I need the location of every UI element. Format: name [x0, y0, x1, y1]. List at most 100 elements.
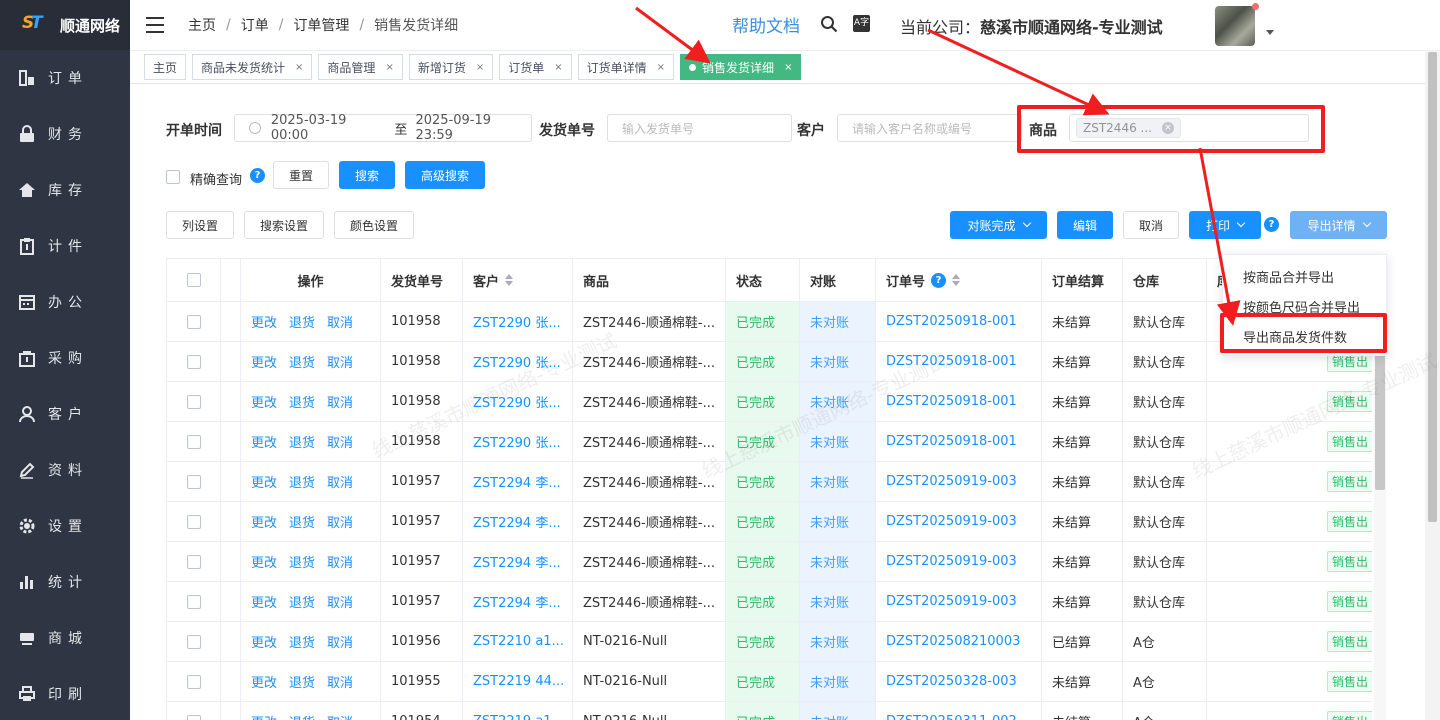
order-no-cell[interactable]: DZST20250919-003 — [876, 582, 1042, 621]
cancel-link[interactable]: 取消 — [327, 632, 353, 651]
search-button[interactable]: 搜索 — [339, 161, 395, 189]
row-checkbox[interactable] — [186, 354, 201, 369]
reconcile-status[interactable]: 未对账 — [810, 552, 849, 571]
table-row[interactable]: 更改 退货 取消 101957 ZST2294 李... ZST2446-顺通棉鞋-...… — [167, 542, 1372, 582]
edit-link[interactable]: 更改 — [251, 512, 277, 531]
reset-button[interactable]: 重置 — [273, 161, 329, 189]
close-icon[interactable]: × — [476, 62, 484, 73]
exact-query-checkbox[interactable] — [166, 170, 180, 184]
row-checkbox[interactable] — [186, 394, 201, 409]
edit-link[interactable]: 更改 — [251, 712, 277, 720]
reconcile-cell[interactable]: 未对账 — [800, 622, 876, 661]
order-no-link[interactable]: DZST20250918-001 — [886, 314, 1017, 329]
sidebar-item-lock[interactable]: 财务 — [0, 106, 130, 162]
date-start[interactable]: 2025-03-19 00:00 — [271, 113, 387, 143]
reconcile-cell[interactable]: 未对账 — [800, 702, 876, 720]
help-icon[interactable]: ? — [931, 272, 947, 288]
close-icon[interactable]: × — [295, 62, 303, 73]
table-scrollbar-thumb[interactable] — [1375, 340, 1385, 490]
print-button[interactable]: 打印 — [1189, 211, 1261, 239]
reconcile-status[interactable]: 未对账 — [810, 712, 849, 720]
cancel-link[interactable]: 取消 — [327, 592, 353, 611]
sidebar-item-bag[interactable]: 采购 — [0, 330, 130, 386]
reconcile-cell[interactable]: 未对账 — [800, 582, 876, 621]
return-link[interactable]: 退货 — [289, 472, 315, 491]
search-icon[interactable] — [820, 15, 838, 33]
customer-cell[interactable]: ZST2210 a1... — [463, 622, 573, 661]
close-icon[interactable]: × — [385, 62, 393, 73]
reconcile-cell[interactable]: 未对账 — [800, 542, 876, 581]
reconcile-cell[interactable]: 未对账 — [800, 502, 876, 541]
table-row[interactable]: 更改 退货 取消 101957 ZST2294 李... ZST2446-顺通棉鞋-...… — [167, 582, 1372, 622]
order-no-cell[interactable]: DZST20250919-003 — [876, 502, 1042, 541]
cancel-button[interactable]: 取消 — [1123, 211, 1179, 239]
edit-link[interactable]: 更改 — [251, 552, 277, 571]
cancel-link[interactable]: 取消 — [327, 512, 353, 531]
return-link[interactable]: 退货 — [289, 432, 315, 451]
reconcile-status[interactable]: 未对账 — [810, 432, 849, 451]
customer-link[interactable]: ZST2294 李... — [473, 592, 561, 611]
cancel-link[interactable]: 取消 — [327, 672, 353, 691]
column-settings-button[interactable]: 列设置 — [166, 211, 234, 239]
help-icon[interactable]: ? — [250, 168, 265, 183]
sort-icon[interactable] — [505, 274, 514, 286]
customer-link[interactable]: ZST2294 李... — [473, 512, 561, 531]
customer-cell[interactable]: ZST2294 李... — [463, 502, 573, 541]
return-link[interactable]: 退货 — [289, 712, 315, 720]
edit-link[interactable]: 更改 — [251, 352, 277, 371]
row-checkbox[interactable] — [186, 674, 201, 689]
edit-link[interactable]: 更改 — [251, 592, 277, 611]
reconcile-done-button[interactable]: 对账完成 — [950, 211, 1047, 239]
close-icon[interactable]: × — [657, 62, 665, 73]
customer-link[interactable]: ZST2210 a1... — [473, 634, 564, 649]
date-end[interactable]: 2025-09-19 23:59 — [415, 113, 531, 143]
reconcile-cell[interactable]: 未对账 — [800, 302, 876, 341]
cancel-link[interactable]: 取消 — [327, 432, 353, 451]
order-no-link[interactable]: DZST20250919-003 — [886, 554, 1017, 569]
order-no-cell[interactable]: DZST20250918-001 — [876, 422, 1042, 461]
sidebar-item-gear[interactable]: 设置 — [0, 498, 130, 554]
tab-1[interactable]: 商品未发货统计 × — [192, 54, 313, 80]
help-icon[interactable]: ? — [1264, 217, 1279, 232]
row-checkbox[interactable] — [186, 434, 201, 449]
date-range-picker[interactable]: 2025-03-19 00:00 至 2025-09-19 23:59 — [234, 113, 532, 143]
sidebar-item-printer[interactable]: 印刷 — [0, 666, 130, 720]
return-link[interactable]: 退货 — [289, 592, 315, 611]
page-scrollbar-thumb[interactable] — [1428, 52, 1437, 522]
return-link[interactable]: 退货 — [289, 352, 315, 371]
cancel-link[interactable]: 取消 — [327, 352, 353, 371]
order-no-cell[interactable]: DZST20250918-001 — [876, 302, 1042, 341]
reconcile-status[interactable]: 未对账 — [810, 632, 849, 651]
order-no-link[interactable]: DZST20250918-001 — [886, 394, 1017, 409]
table-row[interactable]: 更改 退货 取消 101956 ZST2210 a1... NT-0216-Null 已完成… — [167, 622, 1372, 662]
return-link[interactable]: 退货 — [289, 552, 315, 571]
tab-4[interactable]: 订货单 × — [499, 54, 572, 80]
col-order-no[interactable]: 订单号? — [876, 259, 1042, 301]
customer-link[interactable]: ZST2290 张... — [473, 312, 561, 331]
sidebar-item-order[interactable]: 订单 — [0, 50, 130, 106]
customer-cell[interactable]: ZST2290 张... — [463, 422, 573, 461]
reconcile-status[interactable]: 未对账 — [810, 472, 849, 491]
advanced-search-button[interactable]: 高级搜索 — [405, 161, 485, 189]
tab-3[interactable]: 新增订货 × — [408, 54, 494, 80]
sort-icon[interactable] — [952, 274, 961, 286]
order-no-link[interactable]: DZST20250919-003 — [886, 514, 1017, 529]
cancel-link[interactable]: 取消 — [327, 472, 353, 491]
reconcile-status[interactable]: 未对账 — [810, 512, 849, 531]
sidebar-item-home[interactable]: 库存 — [0, 162, 130, 218]
order-no-cell[interactable]: DZST20250919-003 — [876, 542, 1042, 581]
col-customer[interactable]: 客户 — [463, 259, 573, 301]
customer-link[interactable]: ZST2294 李... — [473, 472, 561, 491]
return-link[interactable]: 退货 — [289, 672, 315, 691]
tab-6[interactable]: 销售发货详细 × — [680, 54, 802, 80]
order-no-link[interactable]: DZST20250328-003 — [886, 674, 1017, 689]
order-no-link[interactable]: DZST20250919-003 — [886, 474, 1017, 489]
reconcile-status[interactable]: 未对账 — [810, 312, 849, 331]
table-scrollbar[interactable] — [1374, 300, 1386, 720]
sidebar-item-pen[interactable]: 资料 — [0, 442, 130, 498]
table-row[interactable]: 更改 退货 取消 101958 ZST2290 张... ZST2446-顺通棉鞋-...… — [167, 342, 1372, 382]
sidebar-item-user[interactable]: 客户 — [0, 386, 130, 442]
row-checkbox[interactable] — [186, 714, 201, 720]
row-checkbox[interactable] — [186, 634, 201, 649]
cancel-link[interactable]: 取消 — [327, 312, 353, 331]
